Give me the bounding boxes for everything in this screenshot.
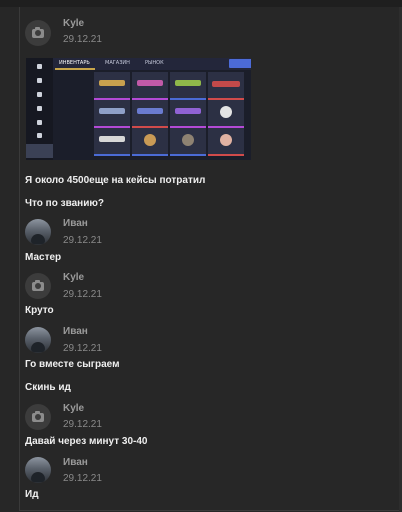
avatar-kyle[interactable] [25, 273, 51, 299]
camera-icon [32, 279, 44, 291]
message-text: Давай через минут 30-40 [25, 436, 148, 447]
game-tab: РЫНОК [145, 60, 164, 66]
message-date: 29.12.21 [63, 34, 102, 45]
camera-icon [32, 410, 44, 422]
author-name[interactable]: Kyle [63, 18, 84, 29]
author-name[interactable]: Kyle [63, 272, 84, 283]
author-name[interactable]: Kyle [63, 403, 84, 414]
avatar-kyle[interactable] [25, 404, 51, 430]
message-text: Го вместе сыграем [25, 359, 120, 370]
author-name[interactable]: Иван [63, 326, 88, 337]
avatar-ivan[interactable] [25, 219, 51, 245]
avatar-ivan[interactable] [25, 327, 51, 353]
message-text: Мастер [25, 252, 62, 263]
message-date: 29.12.21 [63, 473, 102, 484]
message-text: Что по званию? [25, 198, 104, 209]
author-name[interactable]: Иван [63, 218, 88, 229]
avatar-ivan[interactable] [25, 457, 51, 483]
game-tab: МАГАЗИН [105, 60, 130, 66]
message-date: 29.12.21 [63, 289, 102, 300]
message-date: 29.12.21 [63, 419, 102, 430]
message-text: Ид [25, 489, 39, 500]
message-text: Скинь ид [25, 382, 71, 393]
game-sidebar [26, 58, 53, 160]
camera-icon [32, 26, 44, 38]
avatar-kyle[interactable] [25, 20, 51, 46]
message-date: 29.12.21 [63, 235, 102, 246]
message-text: Я около 4500еще на кейсы потратил [25, 175, 206, 186]
message-date: 29.12.21 [63, 343, 102, 354]
message-text: Круто [25, 305, 54, 316]
top-bar [0, 0, 402, 7]
game-tab: ИНВЕНТАРЬ [59, 60, 90, 66]
author-name[interactable]: Иван [63, 457, 88, 468]
image-attachment[interactable]: ИНВЕНТАРЬ МАГАЗИН РЫНОК [26, 58, 251, 160]
